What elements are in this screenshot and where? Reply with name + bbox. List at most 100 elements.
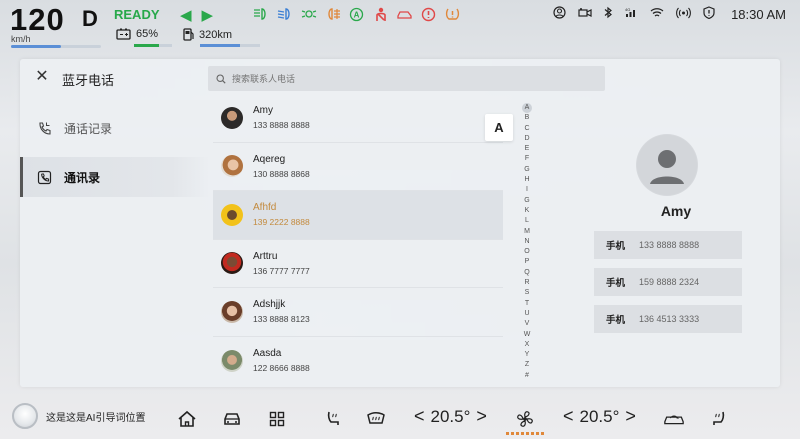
contact-name: Afhfd <box>253 202 277 214</box>
contact-detail: Amy 手机 133 8888 8888 手机 159 8888 2324 手机… <box>592 59 760 387</box>
svg-text:A: A <box>354 10 360 19</box>
index-letter[interactable]: M <box>524 227 530 237</box>
contact-phone: 133 8888 8888 <box>253 120 310 131</box>
contact-row-aqereg[interactable]: Aqereg 130 8888 8868 <box>213 143 503 191</box>
index-letter[interactable]: X <box>525 340 530 350</box>
index-letter[interactable]: F <box>525 154 529 164</box>
temp-left-down-button[interactable]: < <box>414 406 425 427</box>
seat-heat-right-button[interactable] <box>708 408 730 430</box>
index-letter[interactable]: W <box>524 330 531 340</box>
fan-button[interactable] <box>514 408 536 430</box>
signal-icon: 4G <box>625 7 638 21</box>
battery-level: 65% <box>116 28 158 40</box>
seat-heat-left-button[interactable] <box>322 408 344 430</box>
index-letter[interactable]: L <box>525 216 529 226</box>
index-letter[interactable]: B <box>525 113 530 123</box>
index-letter[interactable]: I <box>526 185 528 195</box>
speed-unit: km/h <box>11 34 31 44</box>
detail-phone-row[interactable]: 手机 133 8888 8888 <box>594 231 742 259</box>
contact-row-amy[interactable]: Amy 133 8888 8888 <box>213 94 503 143</box>
index-letter[interactable]: D <box>524 134 529 144</box>
alphabet-index[interactable]: A B C D E F G H I G K L M N O P Q R S T U V W X Y Z # <box>520 103 534 381</box>
high-beam-icon <box>252 6 269 22</box>
index-letter[interactable]: V <box>525 319 530 329</box>
car-recirculation-icon <box>664 415 684 425</box>
contact-row-aasda[interactable]: Aasda 122 8666 8888 <box>213 337 503 386</box>
ai-orb-icon <box>12 403 38 429</box>
contact-name: Aqereg <box>253 153 286 165</box>
user-icon[interactable] <box>553 6 566 22</box>
security-shield-icon[interactable] <box>703 6 715 22</box>
index-letter[interactable]: K <box>525 206 530 216</box>
bottom-dock: 这是这是AI引导词位置 < 20.5° > < 20.5° > <box>0 398 800 439</box>
index-letter[interactable]: Z <box>525 360 529 370</box>
index-letter[interactable]: Q <box>524 268 529 278</box>
svg-text:4G: 4G <box>625 7 630 12</box>
index-letter[interactable]: # <box>525 371 529 381</box>
detail-phone-row[interactable]: 手机 159 8888 2324 <box>594 268 742 296</box>
detail-phone-row[interactable]: 手机 136 4513 3333 <box>594 305 742 333</box>
index-letter[interactable]: S <box>525 288 530 298</box>
temp-right-value: 20.5° <box>579 406 620 426</box>
avatar <box>221 300 243 323</box>
fan-speed-indicator <box>506 432 546 435</box>
ready-indicator: READY <box>114 7 160 22</box>
temp-right-up-button[interactable]: > <box>625 406 636 427</box>
index-letter[interactable]: Y <box>525 350 530 360</box>
index-letter[interactable]: A <box>522 103 532 114</box>
index-letter[interactable]: C <box>524 124 529 134</box>
index-letter[interactable]: G <box>524 165 529 175</box>
clock: 18:30 AM <box>731 6 786 22</box>
index-letter[interactable]: P <box>525 257 530 267</box>
car-icon <box>224 413 240 425</box>
contact-name: Arttru <box>253 250 278 262</box>
temp-left-up-button[interactable]: > <box>476 406 487 427</box>
dashcam-icon[interactable] <box>578 7 592 22</box>
air-recirculation-button[interactable] <box>663 408 685 430</box>
vehicle-button[interactable] <box>221 408 243 430</box>
seatbelt-icon <box>372 6 389 22</box>
warning-lights: A <box>252 6 461 22</box>
defrost-button[interactable] <box>365 408 387 430</box>
phone-label: 手机 <box>606 278 626 289</box>
search-bar[interactable] <box>208 66 605 91</box>
index-letter[interactable]: R <box>524 278 529 288</box>
temp-control-right: < 20.5° > <box>563 406 636 427</box>
bluetooth-icon[interactable] <box>604 6 613 22</box>
detail-name: Amy <box>660 203 692 219</box>
contact-phone: 122 8666 8888 <box>253 363 310 374</box>
tire-pressure-icon <box>444 6 461 22</box>
status-bar: 120 D km/h READY ◀▶ A 65% 320km 4G 18:30… <box>0 0 800 56</box>
index-letter[interactable]: O <box>524 247 529 257</box>
index-letter[interactable]: N <box>524 237 529 247</box>
ai-assistant[interactable]: 这是这是AI引导词位置 <box>12 403 145 429</box>
index-letter[interactable]: H <box>524 175 529 185</box>
gear-indicator: D <box>82 6 98 31</box>
contacts-icon <box>36 169 52 185</box>
low-beam-icon <box>276 6 293 22</box>
index-letter-popup: A <box>485 114 513 141</box>
battery-icon <box>116 28 131 40</box>
index-letter[interactable]: U <box>524 309 529 319</box>
contact-phone: 130 8888 8868 <box>253 168 310 179</box>
home-button[interactable] <box>176 408 198 430</box>
index-letter[interactable]: E <box>525 144 530 154</box>
index-letter[interactable]: T <box>525 299 529 309</box>
wifi-icon[interactable] <box>650 7 664 21</box>
contact-row-arttru[interactable]: Arttru 136 7777 7777 <box>213 240 503 288</box>
contact-row-adshjjk[interactable]: Adshjjk 133 8888 8123 <box>213 288 503 337</box>
sidebar-item-label: 通讯录 <box>64 170 101 185</box>
door-open-icon <box>396 6 413 22</box>
apps-button[interactable] <box>266 408 288 430</box>
contact-row-afhfd[interactable]: Afhfd 139 2222 8888 <box>213 191 503 240</box>
close-icon[interactable]: ✕ <box>34 69 50 85</box>
index-letter[interactable]: G <box>524 196 529 206</box>
search-input[interactable] <box>232 73 572 84</box>
avatar <box>221 349 243 372</box>
hotspot-icon[interactable] <box>676 7 691 22</box>
sidebar-item-call-log[interactable]: 通话记录 <box>20 108 210 148</box>
person-placeholder-icon <box>637 135 697 195</box>
fan-icon <box>517 411 533 427</box>
sidebar-item-contacts[interactable]: 通讯录 <box>20 157 210 197</box>
temp-right-down-button[interactable]: < <box>563 406 574 427</box>
